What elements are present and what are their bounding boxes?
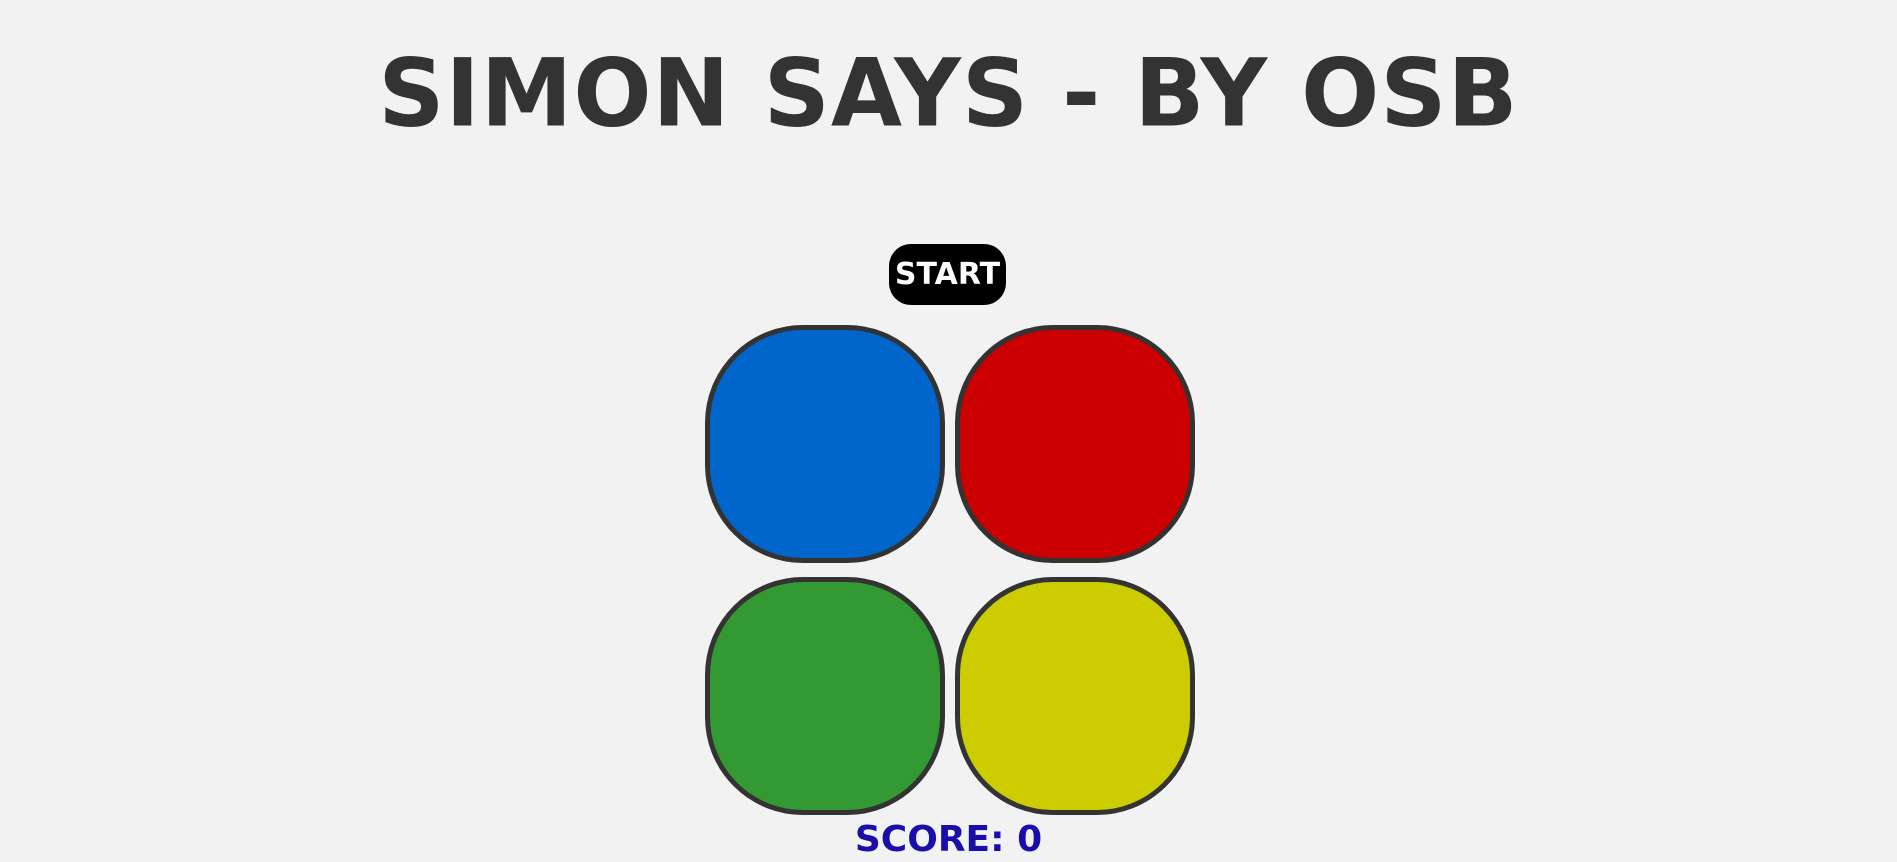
start-button[interactable]: START bbox=[889, 244, 1006, 305]
blue-pad[interactable] bbox=[705, 325, 945, 563]
green-pad[interactable] bbox=[705, 577, 945, 815]
simon-says-page: SIMON SAYS - BY OSB START SCORE: 0 bbox=[0, 0, 1897, 862]
yellow-pad[interactable] bbox=[955, 577, 1195, 815]
game-title: SIMON SAYS - BY OSB bbox=[378, 38, 1519, 149]
red-pad[interactable] bbox=[955, 325, 1195, 563]
score-display: SCORE: 0 bbox=[854, 819, 1043, 860]
